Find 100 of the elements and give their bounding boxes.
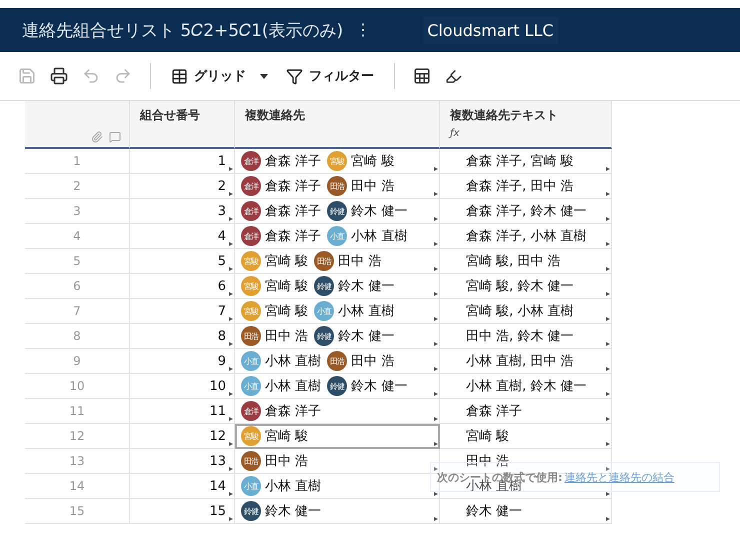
comment-icon: [109, 131, 121, 143]
row-number: 13: [25, 449, 130, 474]
table-cell[interactable]: 小直 小林 直樹 田浩 田中 浩: [235, 349, 440, 374]
table-cell: 5: [130, 249, 235, 274]
contact-name: 倉森 洋子: [265, 403, 322, 420]
row-number: 6: [25, 274, 130, 299]
contact-avatar: 小直: [241, 376, 261, 396]
table-cell[interactable]: 倉洋 倉森 洋子: [235, 399, 440, 424]
filter-icon: [286, 68, 303, 84]
contact-avatar: 田浩: [241, 326, 261, 346]
contact-avatar: 鈴健: [314, 276, 334, 296]
contact-name: 小林 直樹: [338, 303, 394, 320]
contact-name: 田中 浩: [351, 178, 394, 195]
table-cell: 1: [130, 149, 235, 174]
contact-name: 小林 直樹: [351, 228, 408, 245]
row-number: 8: [25, 324, 130, 349]
table-cell: 宮崎 駿, 小林 直樹: [440, 299, 612, 324]
contact-name: 鈴木 健一: [351, 378, 408, 395]
table-cell[interactable]: 倉洋 倉森 洋子 小直 小林 直樹: [235, 224, 440, 249]
table-cell: 小林 直樹, 鈴木 健一: [440, 374, 612, 399]
table-cell: 3: [130, 199, 235, 224]
table-cell: 8: [130, 324, 235, 349]
row-number: 14: [25, 474, 130, 499]
contact-avatar: 小直: [241, 476, 261, 496]
table-cell: 12: [130, 424, 235, 449]
contact-avatar: 宮駿: [241, 301, 261, 321]
contact-avatar: 田浩: [314, 251, 334, 271]
table-cell[interactable]: 宮駿 宮崎 駿 田浩 田中 浩: [235, 249, 440, 274]
row-number: 2: [25, 174, 130, 199]
contact-name: 鈴木 健一: [338, 278, 394, 295]
contact-name: 田中 浩: [351, 353, 394, 370]
contact-avatar: 倉洋: [241, 176, 261, 196]
column-header[interactable]: 複数連絡先テキスト: [450, 107, 601, 124]
contact-name: 宮崎 駿: [265, 428, 308, 445]
row-number: 5: [25, 249, 130, 274]
row-number: 9: [25, 349, 130, 374]
contact-avatar: 宮駿: [241, 426, 261, 446]
table-cell: 10: [130, 374, 235, 399]
table-cell: 倉森 洋子, 田中 浩: [440, 174, 612, 199]
table-cell: 倉森 洋子, 鈴木 健一: [440, 199, 612, 224]
contact-name: 小林 直樹: [265, 353, 322, 370]
contact-avatar: 鈴健: [241, 501, 261, 521]
contact-avatar: 倉洋: [241, 151, 261, 171]
table-cell: 15: [130, 499, 235, 524]
contact-name: 田中 浩: [265, 453, 308, 470]
row-number: 15: [25, 499, 130, 524]
contact-avatar: 鈴健: [314, 326, 334, 346]
contact-avatar: 倉洋: [241, 226, 261, 246]
contact-avatar: 宮駿: [241, 251, 261, 271]
table-cell: 小林 直樹, 田中 浩: [440, 349, 612, 374]
table-cell: 倉森 洋子: [440, 399, 612, 424]
table-cell[interactable]: 田浩 田中 浩 鈴健 鈴木 健一: [235, 324, 440, 349]
table-cell: 倉森 洋子, 小林 直樹: [440, 224, 612, 249]
grid-icon: [171, 68, 188, 84]
table-cell[interactable]: 倉洋 倉森 洋子 鈴健 鈴木 健一: [235, 199, 440, 224]
table-cell: 田中 浩, 鈴木 健一: [440, 324, 612, 349]
contact-avatar: 田浩: [241, 451, 261, 471]
table-cell[interactable]: 鈴健 鈴木 健一: [235, 499, 440, 524]
table-cell[interactable]: 田浩 田中 浩: [235, 449, 440, 474]
grid-view-button[interactable]: グリッド: [165, 63, 274, 89]
table-cell: 14: [130, 474, 235, 499]
row-number: 11: [25, 399, 130, 424]
filter-button[interactable]: フィルター: [280, 63, 380, 89]
table-cell: 宮崎 駿, 鈴木 健一: [440, 274, 612, 299]
contact-avatar: 倉洋: [241, 201, 261, 221]
contact-avatar: 鈴健: [327, 376, 348, 396]
row-number: 10: [25, 374, 130, 399]
contact-avatar: 田浩: [327, 176, 348, 196]
contact-avatar: 田浩: [327, 351, 348, 371]
table-cell[interactable]: 宮駿 宮崎 駿 鈴健 鈴木 健一: [235, 274, 440, 299]
table-cell[interactable]: 宮駿 宮崎 駿 小直 小林 直樹: [235, 299, 440, 324]
contact-avatar: 宮駿: [241, 276, 261, 296]
sheet-title: 連絡先組合せリスト 5𝐶2+5𝐶1(表示のみ): [22, 20, 344, 42]
contact-name: 田中 浩: [265, 328, 308, 345]
formula-mark: ƒx: [450, 128, 460, 139]
table-cell[interactable]: 小直 小林 直樹 鈴健 鈴木 健一: [235, 374, 440, 399]
contact-name: 鈴木 健一: [265, 503, 322, 520]
contact-name: 倉森 洋子: [265, 178, 322, 195]
workspace-name[interactable]: Cloudsmart LLC: [423, 16, 558, 44]
table-cell: 宮崎 駿, 田中 浩: [440, 249, 612, 274]
table-cell: 2: [130, 174, 235, 199]
table-cell: 鈴木 健一: [440, 499, 612, 524]
table-cell[interactable]: 倉洋 倉森 洋子 宮駿 宮崎 駿: [235, 149, 440, 174]
table-cell[interactable]: 宮駿 宮崎 駿: [235, 424, 440, 449]
contact-name: 鈴木 健一: [351, 203, 408, 220]
row-number: 3: [25, 199, 130, 224]
more-menu-button[interactable]: ⋮: [351, 20, 376, 40]
contact-avatar: 鈴健: [327, 201, 348, 221]
paperclip-icon: [91, 131, 103, 143]
contact-avatar: 小直: [327, 226, 348, 246]
contact-avatar: 倉洋: [241, 401, 261, 421]
contact-name: 宮崎 駿: [265, 303, 308, 320]
contact-avatar: 小直: [241, 351, 261, 371]
table-cell[interactable]: 倉洋 倉森 洋子 田浩 田中 浩: [235, 174, 440, 199]
contact-name: 宮崎 駿: [265, 278, 308, 295]
contact-name: 宮崎 駿: [265, 253, 308, 270]
table-cell: 宮崎 駿: [440, 424, 612, 449]
row-number: 12: [25, 424, 130, 449]
table-cell: 4: [130, 224, 235, 249]
contact-avatar: 小直: [314, 301, 334, 321]
